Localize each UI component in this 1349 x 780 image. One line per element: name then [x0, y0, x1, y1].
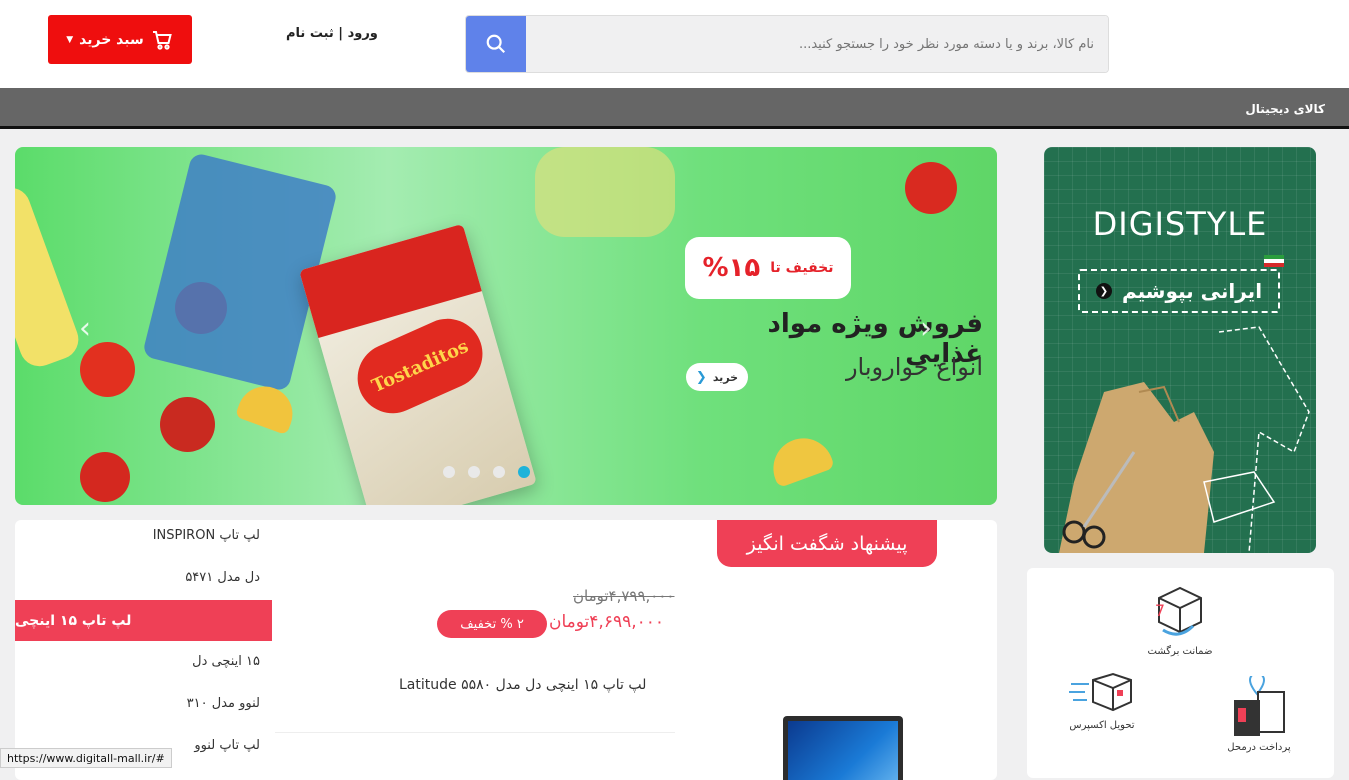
service-label: پرداخت درمحل	[1227, 742, 1291, 753]
chevron-left-icon: ❮	[695, 369, 707, 385]
header: ▼ سبد خرید ورود | ثبت نام	[0, 0, 1349, 88]
buy-label: خرید	[712, 370, 739, 384]
service-return[interactable]: 7 ضمانت برگشت	[1140, 580, 1220, 657]
divider	[275, 732, 675, 733]
old-price: ۴,۷۹۹,۰۰۰تومان	[573, 587, 675, 605]
slider-buy-button[interactable]: خرید ❮	[686, 363, 748, 391]
cart-button[interactable]: ▼ سبد خرید	[48, 15, 192, 64]
discount-label: تخفیف تا	[770, 260, 834, 276]
package-brand: Tostaditos	[368, 335, 472, 397]
slider-dot[interactable]	[468, 466, 480, 478]
decor-shell	[764, 429, 836, 489]
hero-slider[interactable]: Tostaditos تخفیف تا %۱۵ فروش ویژه مواد غ…	[15, 147, 997, 505]
active-indicator	[265, 600, 271, 641]
decor-tomato	[905, 162, 957, 214]
amazing-offer-section: لپ تاپ INSPIRON دل مدل ۵۴۷۱ لپ تاپ ۱۵ ای…	[15, 520, 997, 780]
nav-item-digital-goods[interactable]: کالای دیجیتال	[1245, 102, 1325, 116]
search-input[interactable]	[526, 16, 1108, 72]
offer-category-item[interactable]: لپ تاپ لنوو	[194, 738, 260, 753]
slider-dot[interactable]	[493, 466, 505, 478]
offer-category-item[interactable]: لپ تاپ INSPIRON	[153, 528, 260, 543]
digistyle-title: DIGISTYLE	[1092, 205, 1268, 243]
offer-category-list: لپ تاپ INSPIRON دل مدل ۵۴۷۱ لپ تاپ ۱۵ ای…	[15, 520, 272, 780]
main-nav: کالای دیجیتال	[0, 88, 1349, 129]
cart-icon	[152, 30, 172, 50]
discount-percent-badge: ۲ % تخفیف	[437, 610, 547, 638]
search-bar	[465, 15, 1109, 73]
sewing-pattern-illustration	[1059, 326, 1310, 553]
decor-tomato	[80, 342, 135, 397]
laptop-image[interactable]	[783, 716, 903, 780]
digistyle-tagline: ایرانی بپوشیم	[1121, 279, 1263, 303]
caret-down-icon: ▼	[66, 34, 74, 45]
service-label: ضمانت برگشت	[1147, 646, 1213, 657]
slider-dot[interactable]	[443, 466, 455, 478]
amazing-offer-tab[interactable]: پیشنهاد شگفت انگیز	[717, 520, 937, 567]
discount-badge: تخفیف تا %۱۵	[685, 237, 851, 299]
new-price: ۴,۶۹۹,۰۰۰تومان	[549, 612, 665, 632]
offer-category-item[interactable]: دل مدل ۵۴۷۱	[185, 570, 260, 585]
service-cod[interactable]: پرداخت درمحل	[1214, 672, 1304, 753]
service-label: تحویل اکسپرس	[1069, 720, 1135, 731]
express-delivery-icon	[1069, 670, 1135, 716]
decor-pasta	[535, 147, 675, 237]
svg-text:7: 7	[1155, 601, 1165, 620]
slider-prev-arrow[interactable]: ‹	[79, 311, 91, 346]
offer-category-item[interactable]: لنوو مدل ۳۱۰	[187, 696, 260, 711]
browser-status-url: https://www.digitall-mall.ir/#	[0, 748, 172, 768]
discount-value: %۱۵	[702, 253, 761, 283]
slider-dots	[443, 466, 530, 478]
iran-flag-icon	[1264, 255, 1284, 267]
decor-tomato	[160, 397, 215, 452]
offer-category-item[interactable]: ۱۵ اینچی دل	[192, 654, 260, 669]
cart-label: سبد خرید	[79, 31, 144, 48]
product-package: Tostaditos	[299, 223, 537, 505]
decor-pasta	[15, 182, 84, 372]
services-box: 7 ضمانت برگشت تحویل اکسپرس پرداخت درمحل	[1027, 568, 1334, 778]
slider-next-arrow[interactable]: ›	[920, 311, 932, 346]
chevron-left-icon: ❮	[1095, 283, 1112, 299]
search-button[interactable]	[466, 16, 526, 72]
product-name[interactable]: لپ تاپ ۱۵ اینچی دل مدل Latitude ۵۵۸۰	[399, 677, 646, 693]
offer-category-item-active[interactable]: لپ تاپ ۱۵ اینچی	[15, 600, 272, 641]
login-register-link[interactable]: ورود | ثبت نام	[286, 26, 378, 41]
service-express[interactable]: تحویل اکسپرس	[1057, 670, 1147, 731]
digistyle-tagline-box: ایرانی بپوشیم ❮	[1078, 269, 1280, 313]
digistyle-banner[interactable]: DIGISTYLE ایرانی بپوشیم ❮	[1044, 147, 1316, 553]
slider-dot-active[interactable]	[518, 466, 530, 478]
search-icon	[486, 34, 506, 54]
decor-shell	[234, 378, 301, 436]
decor-tomato	[80, 452, 130, 502]
return-box-icon: 7	[1149, 580, 1211, 642]
cod-payment-icon	[1228, 672, 1290, 738]
